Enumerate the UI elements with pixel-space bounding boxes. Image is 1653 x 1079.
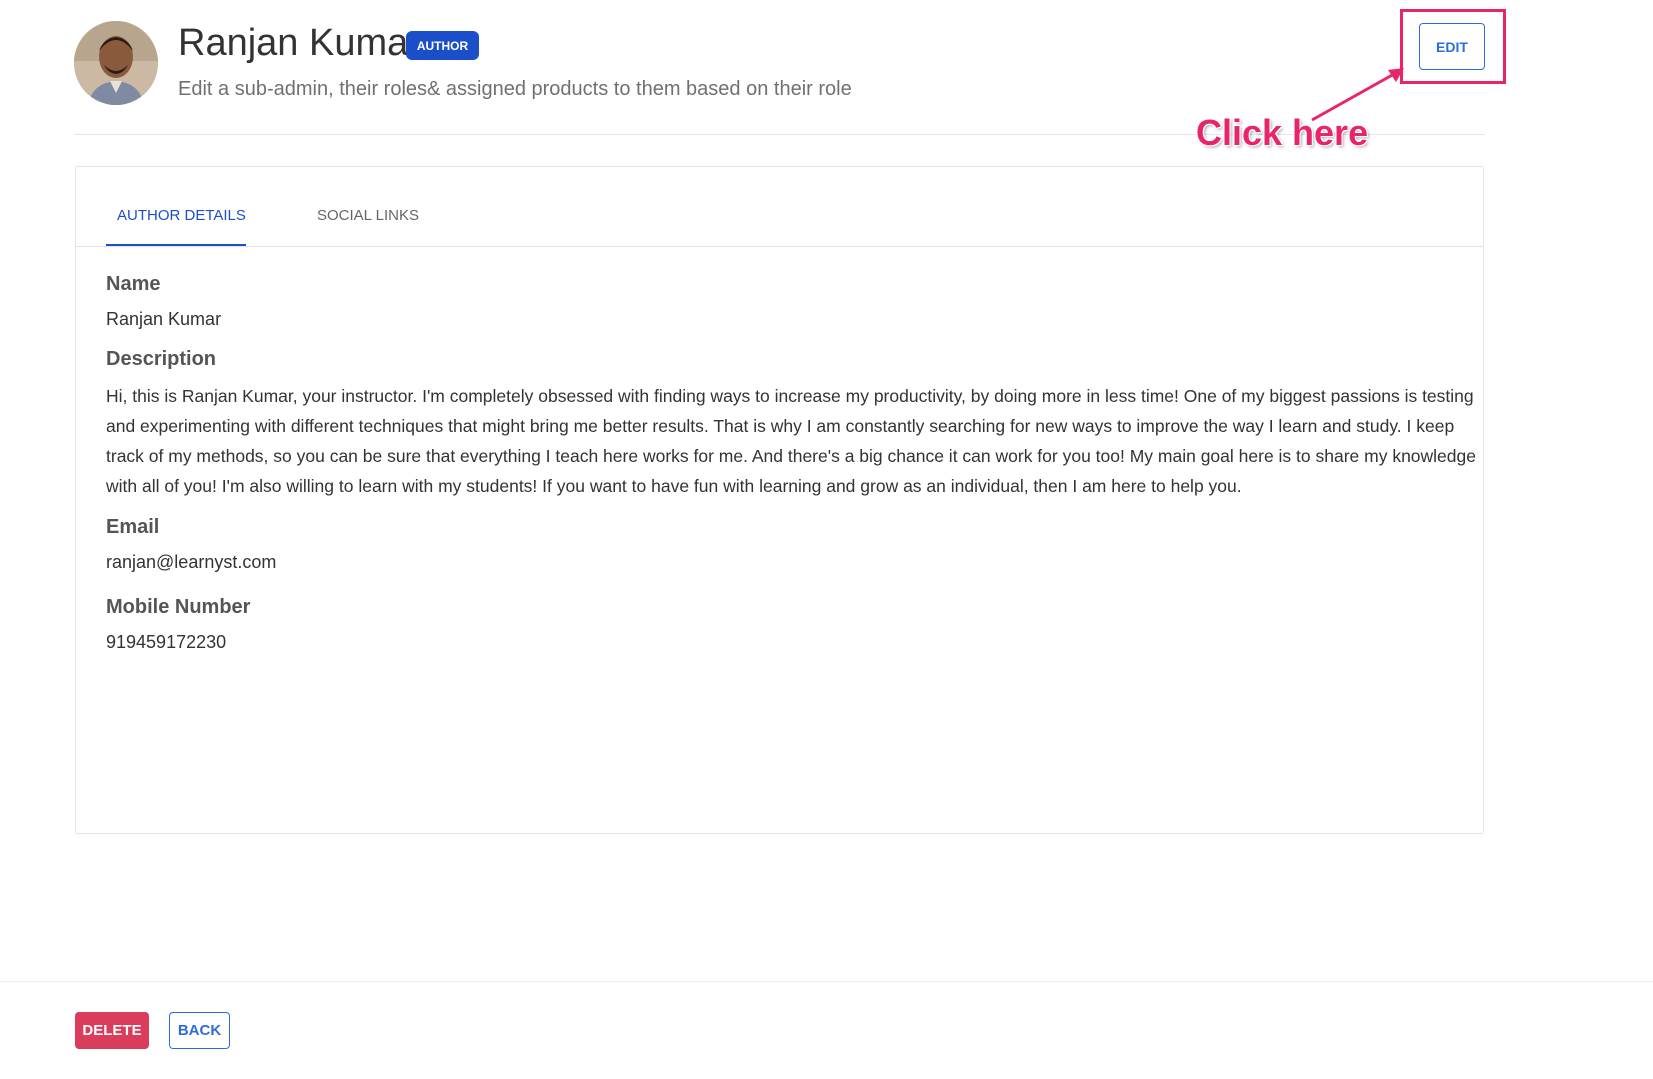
tab-bar: AUTHOR DETAILS SOCIAL LINKS	[76, 167, 1483, 247]
tab-author-details[interactable]: AUTHOR DETAILS	[117, 207, 246, 224]
tab-social-links[interactable]: SOCIAL LINKS	[317, 207, 419, 224]
email-label: Email	[106, 516, 160, 538]
user-photo-icon	[74, 21, 158, 105]
name-value: Ranjan Kumar	[106, 309, 222, 329]
description-value: Hi, this is Ranjan Kumar, your instructo…	[106, 386, 1476, 496]
active-tab-indicator	[106, 244, 246, 246]
mobile-value: 919459172230	[106, 632, 227, 652]
edit-button[interactable]: EDIT	[1419, 23, 1485, 70]
mobile-label: Mobile Number	[106, 596, 251, 618]
role-badge: AUTHOR	[406, 31, 479, 60]
description-label: Description	[106, 348, 217, 370]
footer-divider	[0, 981, 1653, 982]
back-button[interactable]: BACK	[169, 1012, 230, 1049]
page-subtitle: Edit a sub-admin, their roles& assigned …	[178, 78, 852, 100]
delete-button[interactable]: DELETE	[75, 1012, 149, 1049]
name-label: Name	[106, 273, 161, 295]
callout-text: Click here	[1196, 112, 1369, 153]
avatar	[74, 21, 158, 105]
email-value: ranjan@learnyst.com	[106, 552, 277, 572]
page-title: Ranjan Kumar	[178, 22, 421, 64]
author-details-card: AUTHOR DETAILS SOCIAL LINKS Name Ranjan …	[75, 166, 1484, 834]
